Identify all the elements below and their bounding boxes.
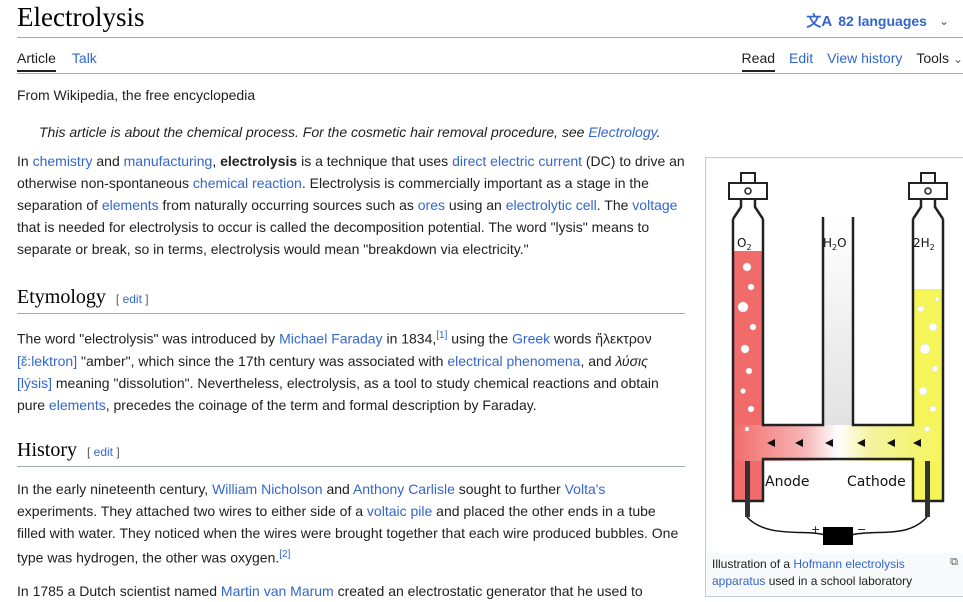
link-electrolytic-cell[interactable]: electrolytic cell: [506, 197, 597, 213]
cathode-label: Cathode: [847, 474, 906, 490]
intro-paragraph: In chemistry and manufacturing, electrol…: [17, 153, 685, 257]
tab-article[interactable]: Article: [17, 50, 56, 72]
page-title: Electrolysis: [17, 2, 145, 32]
tabs-divider: [17, 73, 963, 74]
hofmann-apparatus-image[interactable]: O2 H2O 2H2 Anode Cathode + −: [707, 159, 963, 553]
hofmann-apparatus-illustration: O2 H2O 2H2 Anode Cathode + −: [728, 172, 948, 545]
tab-edit[interactable]: Edit: [789, 50, 813, 72]
link-voltage[interactable]: voltage: [632, 197, 677, 213]
link-pronunciation-lysis[interactable]: [lýsis]: [17, 375, 52, 391]
history-paragraph-2: In 1785 a Dutch scientist named Martin v…: [17, 583, 643, 599]
link-electrology[interactable]: Electrology: [588, 124, 656, 140]
link-greek[interactable]: Greek: [512, 331, 550, 347]
history-paragraph: In the early nineteenth century, William…: [17, 481, 679, 566]
hatnote: This article is about the chemical proce…: [39, 124, 661, 140]
edit-section-link[interactable]: [ edit ]: [87, 445, 120, 459]
link-pronunciation-elektron[interactable]: [ɛ̌:lektron]: [17, 353, 77, 369]
reference-2[interactable]: [2]: [279, 549, 290, 560]
tab-tools[interactable]: Tools ⌄: [916, 50, 963, 72]
heading-etymology: Etymology[ edit ]: [17, 286, 685, 314]
minus-label: −: [857, 523, 866, 536]
site-subtitle: From Wikipedia, the free encyclopedia: [17, 87, 256, 103]
translate-icon: 文A: [806, 13, 833, 30]
link-william-nicholson[interactable]: William Nicholson: [212, 481, 322, 497]
view-tabs: Read Edit View history Tools ⌄: [741, 50, 963, 72]
plus-label: +: [811, 523, 820, 536]
link-volta[interactable]: Volta's: [565, 481, 606, 497]
anode-label: Anode: [765, 474, 810, 490]
heading-history: History[ edit ]: [17, 439, 685, 467]
link-anthony-carlisle[interactable]: Anthony Carlisle: [353, 481, 455, 497]
link-elements[interactable]: elements: [102, 197, 159, 213]
link-elements-2[interactable]: elements: [49, 397, 106, 413]
reference-1[interactable]: [1]: [436, 330, 447, 341]
link-direct-electric-current[interactable]: direct electric current: [452, 153, 582, 169]
link-electrical-phenomena[interactable]: electrical phenomena: [447, 353, 580, 369]
link-voltaic-pile[interactable]: voltaic pile: [367, 503, 432, 519]
h2-label: 2H2: [913, 236, 935, 252]
languages-label: 82 languages: [838, 12, 927, 29]
link-chemistry[interactable]: chemistry: [33, 153, 93, 169]
chevron-down-icon: ⌄: [938, 13, 949, 28]
namespace-tabs: Article Talk: [17, 50, 97, 72]
etymology-paragraph: The word "electrolysis" was introduced b…: [17, 330, 659, 413]
tab-talk[interactable]: Talk: [72, 50, 97, 72]
chevron-down-icon: ⌄: [952, 52, 963, 66]
link-martin-van-marum[interactable]: Martin van Marum: [221, 583, 334, 599]
o2-label: O2: [737, 236, 752, 252]
language-selector[interactable]: 文A 82 languages ⌄: [806, 10, 949, 31]
link-chemical-reaction[interactable]: chemical reaction: [193, 175, 302, 191]
link-ores[interactable]: ores: [418, 197, 445, 213]
tab-view-history[interactable]: View history: [827, 50, 902, 72]
edit-section-link[interactable]: [ edit ]: [116, 292, 149, 306]
link-michael-faraday[interactable]: Michael Faraday: [279, 331, 383, 347]
enlarge-icon[interactable]: ⧉: [950, 556, 958, 569]
tools-label: Tools: [916, 50, 950, 66]
title-divider: [17, 37, 963, 38]
figure-caption: Illustration of a Hofmann electrolysis a…: [712, 557, 913, 588]
infobox-figure: O2 H2O 2H2 Anode Cathode + − Illustratio…: [705, 157, 963, 597]
link-manufacturing[interactable]: manufacturing: [124, 153, 213, 169]
tab-read[interactable]: Read: [741, 50, 776, 72]
